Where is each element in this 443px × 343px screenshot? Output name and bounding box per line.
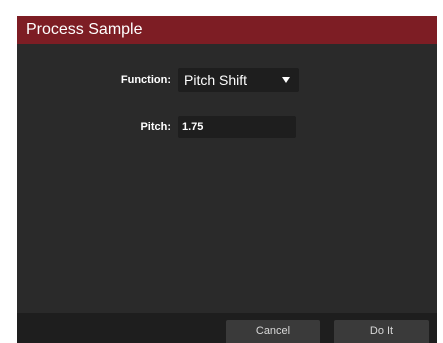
dialog-title: Process Sample [26,21,143,38]
pitch-label: Pitch: [140,121,171,133]
title-bar: Process Sample [17,16,437,44]
chevron-down-icon [282,77,290,83]
pitch-input[interactable]: 1.75 [178,116,296,138]
function-label: Function: [120,74,171,86]
do-it-button[interactable]: Do It [334,320,429,343]
function-select[interactable]: Pitch Shift [178,68,299,92]
process-sample-dialog: Process Sample Function: Pitch Shift Pit… [17,16,437,343]
dialog-footer: Cancel Do It [17,313,437,343]
function-select-value: Pitch Shift [184,72,248,88]
cancel-button[interactable]: Cancel [226,320,320,343]
